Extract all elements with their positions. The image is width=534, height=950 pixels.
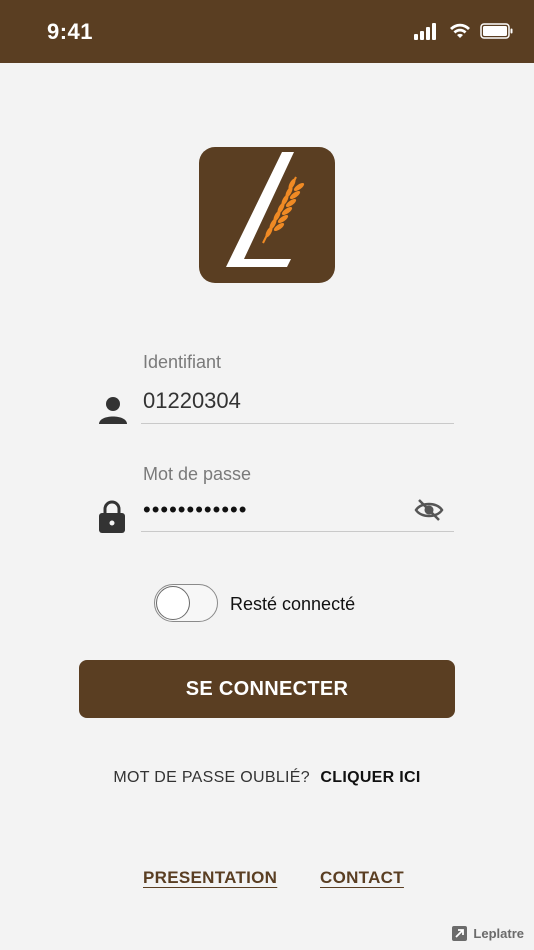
brand-name: Leplatre xyxy=(473,926,524,941)
password-label: Mot de passe xyxy=(143,464,252,484)
lock-icon xyxy=(98,500,126,539)
identifiant-input[interactable]: 01220304 xyxy=(143,388,241,414)
user-icon xyxy=(98,395,128,430)
toggle-knob xyxy=(156,586,190,620)
battery-icon xyxy=(480,22,514,45)
contact-link[interactable]: CONTACT xyxy=(320,868,404,888)
cellular-signal-icon xyxy=(414,22,440,45)
leplatre-logo-icon xyxy=(226,152,305,267)
identifiant-label: Identifiant xyxy=(143,352,222,372)
eye-slash-icon[interactable] xyxy=(414,497,444,528)
status-time: 9:41 xyxy=(47,19,94,44)
stay-connected-label: Resté connecté xyxy=(230,594,356,614)
brand-badge[interactable]: Leplatre xyxy=(452,926,524,941)
status-bar: 9:41 xyxy=(0,0,534,63)
forgot-password-row: MOT DE PASSE OUBLIÉ? CLIQUER ICI xyxy=(0,769,534,787)
external-link-icon xyxy=(452,926,468,941)
wifi-icon xyxy=(448,22,472,45)
presentation-link[interactable]: PRESENTATION xyxy=(143,868,277,888)
forgot-password-link[interactable]: CLIQUER ICI xyxy=(320,769,420,786)
password-input[interactable]: •••••••••••• xyxy=(143,497,247,523)
login-button[interactable]: SE CONNECTER xyxy=(79,660,455,718)
status-icons xyxy=(414,22,514,45)
forgot-password-text: MOT DE PASSE OUBLIÉ? xyxy=(113,769,310,786)
identifiant-underline xyxy=(141,423,454,424)
app-logo xyxy=(199,147,335,283)
stay-connected-toggle[interactable] xyxy=(154,584,218,622)
password-underline xyxy=(141,531,454,532)
